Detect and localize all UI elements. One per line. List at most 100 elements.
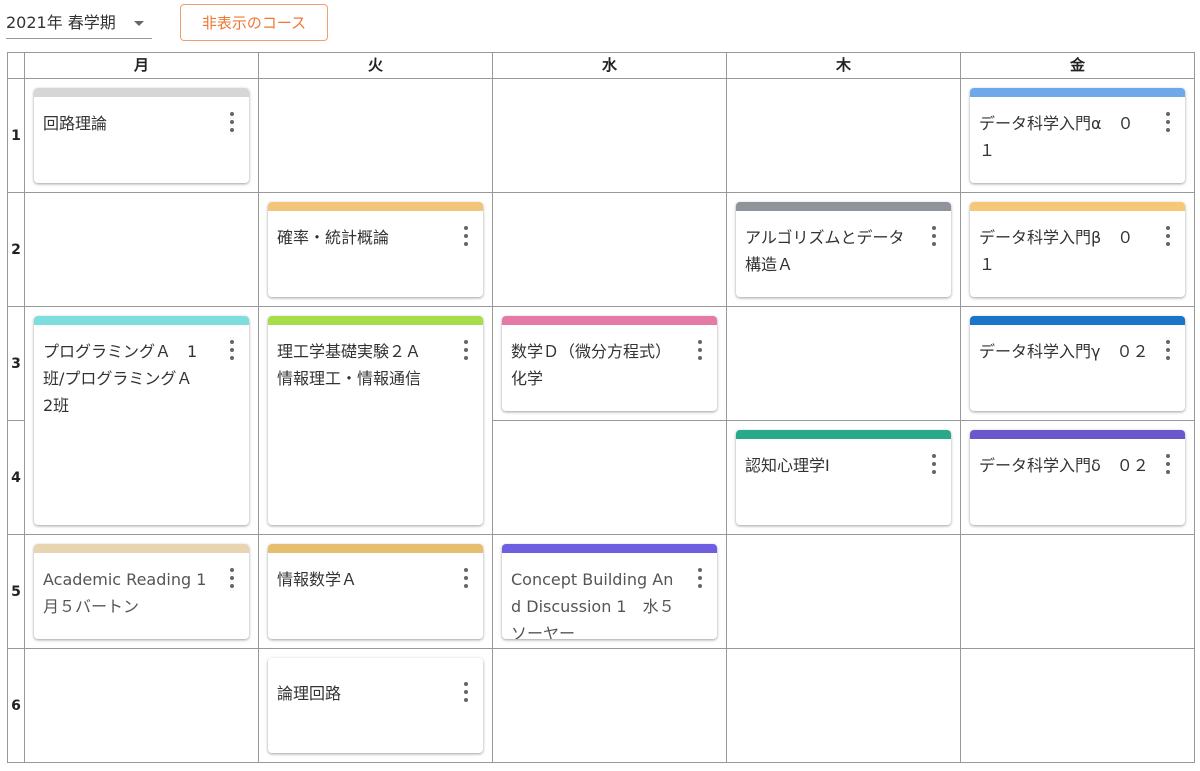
course-card[interactable]: データ科学入門α ０１	[970, 88, 1185, 183]
period-label: 5	[8, 535, 25, 649]
course-slot: 認知心理学Ⅰ	[727, 421, 961, 535]
period-label: 1	[8, 79, 25, 193]
more-vert-icon[interactable]	[1161, 454, 1175, 474]
chevron-down-icon	[134, 21, 144, 26]
empty-slot	[25, 193, 259, 307]
more-vert-icon[interactable]	[225, 568, 239, 588]
course-color-stripe	[268, 202, 483, 211]
course-card[interactable]: 回路理論	[34, 88, 249, 183]
course-title: プログラミングＡ 1班/プログラミングＡ 2班	[43, 342, 209, 415]
day-header: 木	[727, 53, 961, 79]
course-slot: 理工学基礎実験２Ａ 情報理工・情報通信	[259, 307, 493, 535]
more-vert-icon[interactable]	[459, 340, 473, 360]
course-card[interactable]: 認知心理学Ⅰ	[736, 430, 951, 525]
course-color-stripe	[502, 316, 717, 325]
course-color-stripe	[970, 88, 1185, 97]
course-card[interactable]: Concept Building And Discussion 1 水５ソーヤー	[502, 544, 717, 639]
course-color-stripe	[34, 544, 249, 553]
empty-slot	[727, 307, 961, 421]
course-slot: 論理回路	[259, 649, 493, 763]
course-card[interactable]: データ科学入門δ ０２	[970, 430, 1185, 525]
course-slot: 数学Ｄ（微分方程式） 化学	[493, 307, 727, 421]
course-title: 情報数学Ａ	[277, 570, 358, 589]
more-vert-icon[interactable]	[1161, 340, 1175, 360]
empty-slot	[493, 421, 727, 535]
more-vert-icon[interactable]	[693, 340, 707, 360]
empty-slot	[961, 535, 1195, 649]
course-title: データ科学入門β ０１	[979, 228, 1134, 274]
course-color-stripe	[34, 316, 249, 325]
empty-slot	[727, 535, 961, 649]
course-card[interactable]: 理工学基礎実験２Ａ 情報理工・情報通信	[268, 316, 483, 525]
course-slot: Academic Reading 1 月５バートン	[25, 535, 259, 649]
course-card[interactable]: データ科学入門γ ０２	[970, 316, 1185, 411]
course-title: アルゴリズムとデータ構造Ａ	[745, 228, 905, 274]
course-card[interactable]: 確率・統計概論	[268, 202, 483, 297]
course-card[interactable]: データ科学入門β ０１	[970, 202, 1185, 297]
more-vert-icon[interactable]	[225, 112, 239, 132]
more-vert-icon[interactable]	[1161, 226, 1175, 246]
more-vert-icon[interactable]	[459, 568, 473, 588]
course-title: 理工学基礎実験２Ａ 情報理工・情報通信	[277, 342, 438, 388]
empty-slot	[493, 79, 727, 193]
more-vert-icon[interactable]	[927, 454, 941, 474]
course-slot: 回路理論	[25, 79, 259, 193]
course-title: Academic Reading 1 月５バートン	[43, 570, 223, 616]
course-title: 回路理論	[43, 114, 108, 133]
empty-slot	[727, 79, 961, 193]
course-card[interactable]: アルゴリズムとデータ構造Ａ	[736, 202, 951, 297]
course-slot: データ科学入門δ ０２	[961, 421, 1195, 535]
course-title: 論理回路	[277, 684, 342, 703]
empty-slot	[727, 649, 961, 763]
course-title: 確率・統計概論	[277, 228, 390, 247]
period-label: 3	[8, 307, 25, 421]
empty-slot	[259, 79, 493, 193]
more-vert-icon[interactable]	[459, 682, 473, 702]
period-label: 2	[8, 193, 25, 307]
term-select[interactable]: 2021年 春学期	[6, 8, 152, 39]
toolbar: 2021年 春学期 非表示のコース	[6, 4, 406, 44]
day-header: 月	[25, 53, 259, 79]
course-slot: 確率・統計概論	[259, 193, 493, 307]
course-color-stripe	[502, 544, 717, 553]
course-slot: プログラミングＡ 1班/プログラミングＡ 2班	[25, 307, 259, 535]
empty-slot	[493, 193, 727, 307]
day-header: 金	[961, 53, 1195, 79]
more-vert-icon[interactable]	[459, 226, 473, 246]
course-color-stripe	[970, 316, 1185, 325]
more-vert-icon[interactable]	[225, 340, 239, 360]
course-slot: Concept Building And Discussion 1 水５ソーヤー	[493, 535, 727, 649]
more-vert-icon[interactable]	[693, 568, 707, 588]
course-title: データ科学入門γ ０２	[979, 342, 1149, 361]
course-card[interactable]: Academic Reading 1 月５バートン	[34, 544, 249, 639]
corner-cell	[8, 53, 25, 79]
course-title: 認知心理学Ⅰ	[745, 456, 830, 475]
empty-slot	[961, 649, 1195, 763]
course-slot: アルゴリズムとデータ構造Ａ	[727, 193, 961, 307]
course-color-stripe	[268, 544, 483, 553]
more-vert-icon[interactable]	[1161, 112, 1175, 132]
course-title: データ科学入門α ０１	[979, 114, 1134, 160]
course-color-stripe	[970, 202, 1185, 211]
course-color-stripe	[736, 430, 951, 439]
course-card[interactable]: 論理回路	[268, 658, 483, 753]
course-title: Concept Building And Discussion 1 水５ソーヤー	[511, 570, 675, 639]
day-header: 火	[259, 53, 493, 79]
course-color-stripe	[736, 202, 951, 211]
term-select-label: 2021年 春学期	[6, 13, 116, 32]
more-vert-icon[interactable]	[927, 226, 941, 246]
timetable-grid: 月火水木金 1 2 3 4 5 6 回路理論 データ科学入門α ０１ 確率・統計概論 アルゴリズムと…	[7, 52, 1195, 763]
hidden-courses-button[interactable]: 非表示のコース	[180, 4, 328, 41]
course-card[interactable]: 数学Ｄ（微分方程式） 化学	[502, 316, 717, 411]
course-card[interactable]: 情報数学Ａ	[268, 544, 483, 639]
empty-slot	[493, 649, 727, 763]
course-color-stripe	[34, 88, 249, 97]
course-slot: データ科学入門α ０１	[961, 79, 1195, 193]
course-color-stripe	[268, 316, 483, 325]
course-slot: データ科学入門β ０１	[961, 193, 1195, 307]
empty-slot	[25, 649, 259, 763]
period-label: 4	[8, 421, 25, 535]
course-color-stripe	[268, 658, 483, 667]
course-title: データ科学入門δ ０２	[979, 456, 1149, 475]
course-card[interactable]: プログラミングＡ 1班/プログラミングＡ 2班	[34, 316, 249, 525]
